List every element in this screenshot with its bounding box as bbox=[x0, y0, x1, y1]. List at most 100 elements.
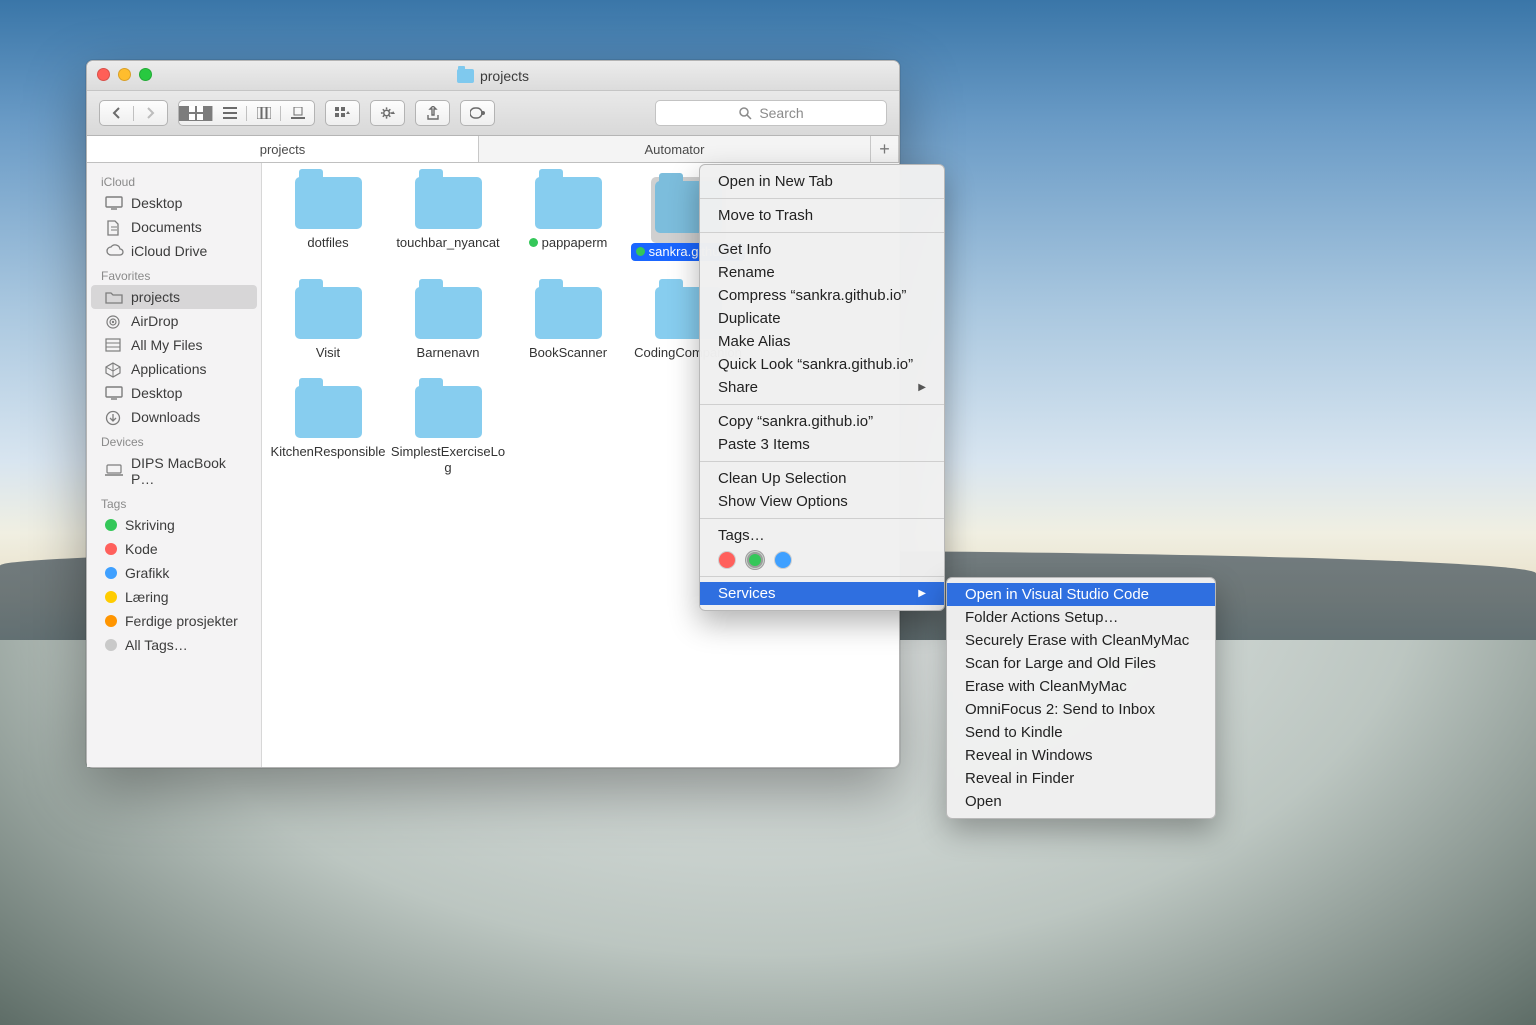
folder-label: touchbar_nyancat bbox=[396, 235, 499, 251]
tag-icon bbox=[470, 106, 485, 121]
tab-automator[interactable]: Automator bbox=[479, 136, 871, 162]
minimize-icon[interactable] bbox=[118, 68, 131, 81]
sidebar-item-skriving[interactable]: Skriving bbox=[91, 513, 257, 537]
services-submenu: Open in Visual Studio CodeFolder Actions… bbox=[946, 577, 1216, 819]
downloads-icon bbox=[105, 410, 123, 424]
sidebar-item-desktop[interactable]: Desktop bbox=[91, 381, 257, 405]
menu-item-share[interactable]: Share bbox=[700, 376, 944, 399]
view-list-button[interactable] bbox=[212, 106, 246, 121]
chevron-right-icon bbox=[143, 106, 158, 121]
submenu-item-securely-erase-with-cleanmymac[interactable]: Securely Erase with CleanMyMac bbox=[947, 629, 1215, 652]
folder-bookscanner[interactable]: BookScanner bbox=[508, 287, 628, 361]
sidebar-item-l-ring[interactable]: Læring bbox=[91, 585, 257, 609]
menu-item-rename[interactable]: Rename bbox=[700, 261, 944, 284]
share-button[interactable] bbox=[415, 100, 450, 126]
sidebar-item-label: Kode bbox=[125, 541, 158, 557]
folder-icon bbox=[457, 69, 474, 83]
view-gallery-button[interactable] bbox=[280, 106, 314, 121]
menu-item-make-alias[interactable]: Make Alias bbox=[700, 330, 944, 353]
sidebar-item-label: AirDrop bbox=[131, 313, 178, 329]
tag-color-option[interactable] bbox=[718, 551, 736, 569]
sidebar-item-downloads[interactable]: Downloads bbox=[91, 405, 257, 429]
titlebar[interactable]: projects bbox=[87, 61, 899, 91]
tag-dot-icon bbox=[105, 615, 117, 627]
chevron-left-icon bbox=[109, 106, 124, 121]
desktop-icon bbox=[105, 196, 123, 210]
sidebar-item-label: All Tags… bbox=[125, 637, 188, 653]
menu-item-move-to-trash[interactable]: Move to Trash bbox=[700, 204, 944, 227]
submenu-item-erase-with-cleanmymac[interactable]: Erase with CleanMyMac bbox=[947, 675, 1215, 698]
sidebar-item-label: Skriving bbox=[125, 517, 175, 533]
view-icons-button[interactable] bbox=[179, 106, 212, 121]
sidebar-item-projects[interactable]: projects bbox=[91, 285, 257, 309]
tags-button[interactable] bbox=[460, 100, 495, 126]
apps-icon bbox=[105, 362, 123, 376]
submenu-item-open-in-visual-studio-code[interactable]: Open in Visual Studio Code bbox=[947, 583, 1215, 606]
sidebar-item-applications[interactable]: Applications bbox=[91, 357, 257, 381]
action-dropdown[interactable] bbox=[370, 100, 405, 126]
sidebar-item-label: Desktop bbox=[131, 195, 182, 211]
menu-item-get-info[interactable]: Get Info bbox=[700, 238, 944, 261]
sidebar-item-ferdige-prosjekter[interactable]: Ferdige prosjekter bbox=[91, 609, 257, 633]
menu-item-copy-sankra-github-io-[interactable]: Copy “sankra.github.io” bbox=[700, 410, 944, 433]
sidebar-item-documents[interactable]: Documents bbox=[91, 215, 257, 239]
submenu-item-omnifocus-2-send-to-inbox[interactable]: OmniFocus 2: Send to Inbox bbox=[947, 698, 1215, 721]
tag-color-option[interactable] bbox=[774, 551, 792, 569]
submenu-item-open[interactable]: Open bbox=[947, 790, 1215, 813]
arrange-dropdown[interactable] bbox=[325, 100, 360, 126]
zoom-icon[interactable] bbox=[139, 68, 152, 81]
sidebar-item-grafikk[interactable]: Grafikk bbox=[91, 561, 257, 585]
sidebar-item-desktop[interactable]: Desktop bbox=[91, 191, 257, 215]
sidebar-item-icloud-drive[interactable]: iCloud Drive bbox=[91, 239, 257, 263]
sidebar-item-label: iCloud Drive bbox=[131, 243, 207, 259]
folder-icon bbox=[295, 386, 362, 438]
folder-icon bbox=[295, 177, 362, 229]
sidebar-item-all-my-files[interactable]: All My Files bbox=[91, 333, 257, 357]
tab-projects[interactable]: projects bbox=[87, 136, 479, 162]
folder-label: pappaperm bbox=[529, 235, 608, 251]
sidebar-item-all-tags-[interactable]: All Tags… bbox=[91, 633, 257, 657]
view-columns-button[interactable] bbox=[246, 106, 280, 121]
folder-label: Visit bbox=[316, 345, 340, 361]
sidebar-item-dips-macbook-p-[interactable]: DIPS MacBook P… bbox=[91, 451, 257, 491]
folder-pappaperm[interactable]: pappaperm bbox=[508, 177, 628, 261]
menu-item-quick-look-sankra-github-io-[interactable]: Quick Look “sankra.github.io” bbox=[700, 353, 944, 376]
menu-item-services[interactable]: Services bbox=[700, 582, 944, 605]
folder-touchbar-nyancat[interactable]: touchbar_nyancat bbox=[388, 177, 508, 261]
search-input[interactable]: Search bbox=[655, 100, 887, 126]
documents-icon bbox=[105, 220, 123, 234]
sidebar-section-header: iCloud bbox=[87, 169, 261, 191]
submenu-item-reveal-in-finder[interactable]: Reveal in Finder bbox=[947, 767, 1215, 790]
sidebar-item-airdrop[interactable]: AirDrop bbox=[91, 309, 257, 333]
menu-item-show-view-options[interactable]: Show View Options bbox=[700, 490, 944, 513]
tag-color-option[interactable] bbox=[746, 551, 764, 569]
menu-item-tags-[interactable]: Tags… bbox=[700, 524, 944, 547]
tag-dot-icon bbox=[105, 567, 117, 579]
laptop-icon bbox=[105, 464, 123, 478]
submenu-item-reveal-in-windows[interactable]: Reveal in Windows bbox=[947, 744, 1215, 767]
view-switcher bbox=[178, 100, 315, 126]
menu-item-duplicate[interactable]: Duplicate bbox=[700, 307, 944, 330]
folder-kitchenresponsible[interactable]: KitchenResponsible bbox=[268, 386, 388, 475]
folder-visit[interactable]: Visit bbox=[268, 287, 388, 361]
desktop-icon bbox=[105, 386, 123, 400]
folder-label: KitchenResponsible bbox=[271, 444, 386, 460]
folder-icon bbox=[295, 287, 362, 339]
sidebar-item-label: Documents bbox=[131, 219, 202, 235]
folder-simplestexerciselog[interactable]: SimplestExerciseLog bbox=[388, 386, 508, 475]
back-button[interactable] bbox=[100, 106, 133, 121]
menu-item-paste-3-items[interactable]: Paste 3 Items bbox=[700, 433, 944, 456]
submenu-item-scan-for-large-and-old-files[interactable]: Scan for Large and Old Files bbox=[947, 652, 1215, 675]
submenu-item-folder-actions-setup-[interactable]: Folder Actions Setup… bbox=[947, 606, 1215, 629]
submenu-item-send-to-kindle[interactable]: Send to Kindle bbox=[947, 721, 1215, 744]
close-icon[interactable] bbox=[97, 68, 110, 81]
folder-barnenavn[interactable]: Barnenavn bbox=[388, 287, 508, 361]
menu-item-clean-up-selection[interactable]: Clean Up Selection bbox=[700, 467, 944, 490]
forward-button[interactable] bbox=[133, 106, 167, 121]
window-controls bbox=[97, 68, 152, 81]
new-tab-button[interactable]: + bbox=[871, 136, 899, 162]
sidebar-item-kode[interactable]: Kode bbox=[91, 537, 257, 561]
menu-item-open-in-new-tab[interactable]: Open in New Tab bbox=[700, 170, 944, 193]
menu-item-compress-sankra-github-io-[interactable]: Compress “sankra.github.io” bbox=[700, 284, 944, 307]
folder-dotfiles[interactable]: dotfiles bbox=[268, 177, 388, 261]
